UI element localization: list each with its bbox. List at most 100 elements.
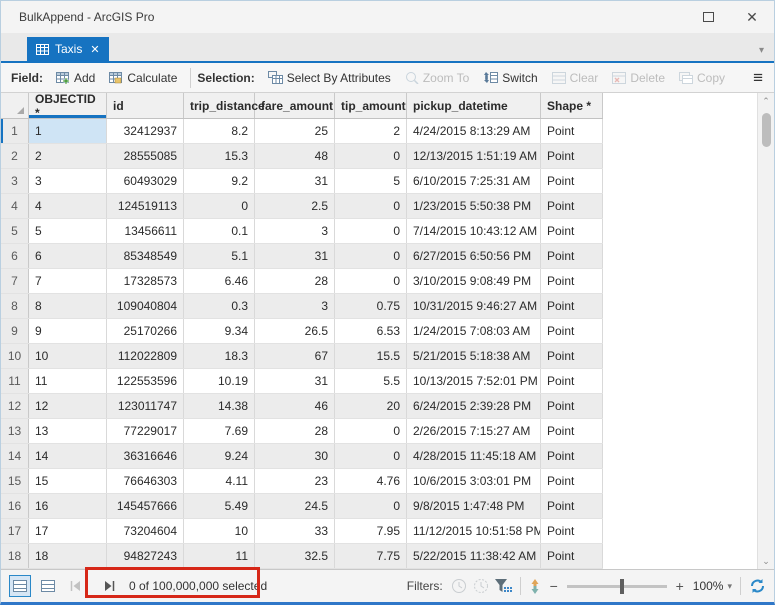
cell-id[interactable]: 124519113 bbox=[107, 194, 184, 218]
cell-pickup-datetime[interactable]: 5/21/2015 5:18:38 AM bbox=[407, 344, 541, 368]
cell-fare-amount[interactable]: 48 bbox=[255, 144, 335, 168]
tab-taxis[interactable]: Taxis ✕ bbox=[27, 37, 109, 61]
cell-pickup-datetime[interactable]: 11/12/2015 10:51:58 PM bbox=[407, 519, 541, 543]
cell-id[interactable]: 122553596 bbox=[107, 369, 184, 393]
cell-trip-distance[interactable]: 0 bbox=[184, 194, 255, 218]
row-number[interactable]: 11 bbox=[1, 369, 29, 393]
cell-trip-distance[interactable]: 11 bbox=[184, 544, 255, 568]
cell-id[interactable]: 25170266 bbox=[107, 319, 184, 343]
cell-id[interactable]: 13456611 bbox=[107, 219, 184, 243]
close-button[interactable]: ✕ bbox=[730, 1, 774, 33]
cell-fare-amount[interactable]: 23 bbox=[255, 469, 335, 493]
cell-shape[interactable]: Point bbox=[541, 369, 603, 393]
cell-trip-distance[interactable]: 15.3 bbox=[184, 144, 255, 168]
cell-objectid[interactable]: 17 bbox=[29, 519, 107, 543]
column-header-objectid[interactable]: OBJECTID * bbox=[29, 93, 107, 118]
tab-list-dropdown-icon[interactable]: ▾ bbox=[759, 45, 764, 56]
row-number[interactable]: 2 bbox=[1, 144, 29, 168]
cell-id[interactable]: 85348549 bbox=[107, 244, 184, 268]
cell-id[interactable]: 77229017 bbox=[107, 419, 184, 443]
selected-records-view-button[interactable] bbox=[37, 575, 59, 597]
cell-trip-distance[interactable]: 14.38 bbox=[184, 394, 255, 418]
cell-objectid[interactable]: 11 bbox=[29, 369, 107, 393]
cell-tip-amount[interactable]: 15.5 bbox=[335, 344, 407, 368]
cell-fare-amount[interactable]: 28 bbox=[255, 269, 335, 293]
zoom-in-icon[interactable]: + bbox=[673, 578, 687, 594]
cell-objectid[interactable]: 5 bbox=[29, 219, 107, 243]
cell-fare-amount[interactable]: 67 bbox=[255, 344, 335, 368]
refresh-icon[interactable] bbox=[749, 578, 766, 594]
cell-trip-distance[interactable]: 5.1 bbox=[184, 244, 255, 268]
row-number[interactable]: 18 bbox=[1, 544, 29, 568]
cell-fare-amount[interactable]: 31 bbox=[255, 369, 335, 393]
column-header-shape[interactable]: Shape * bbox=[541, 93, 603, 118]
cell-trip-distance[interactable]: 8.2 bbox=[184, 119, 255, 143]
zoom-out-icon[interactable]: − bbox=[547, 578, 561, 594]
cell-tip-amount[interactable]: 0 bbox=[335, 219, 407, 243]
cell-pickup-datetime[interactable]: 6/24/2015 2:39:28 PM bbox=[407, 394, 541, 418]
zoom-slider[interactable] bbox=[567, 585, 667, 588]
cell-shape[interactable]: Point bbox=[541, 269, 603, 293]
cell-tip-amount[interactable]: 0 bbox=[335, 269, 407, 293]
last-record-button[interactable] bbox=[99, 576, 119, 596]
cell-tip-amount[interactable]: 7.75 bbox=[335, 544, 407, 568]
cell-id[interactable]: 109040804 bbox=[107, 294, 184, 318]
cell-objectid[interactable]: 15 bbox=[29, 469, 107, 493]
cell-shape[interactable]: Point bbox=[541, 294, 603, 318]
copy-selection-button[interactable]: Copy bbox=[672, 66, 732, 90]
scroll-up-icon[interactable]: ⌃ bbox=[758, 93, 774, 109]
cell-id[interactable]: 94827243 bbox=[107, 544, 184, 568]
cell-trip-distance[interactable]: 10 bbox=[184, 519, 255, 543]
cell-pickup-datetime[interactable]: 9/8/2015 1:47:48 PM bbox=[407, 494, 541, 518]
cell-pickup-datetime[interactable]: 4/24/2015 8:13:29 AM bbox=[407, 119, 541, 143]
row-number[interactable]: 4 bbox=[1, 194, 29, 218]
column-header-trip-distance[interactable]: trip_distance bbox=[184, 93, 255, 118]
cell-fare-amount[interactable]: 28 bbox=[255, 419, 335, 443]
cell-id[interactable]: 17328573 bbox=[107, 269, 184, 293]
cell-pickup-datetime[interactable]: 5/22/2015 11:38:42 AM bbox=[407, 544, 541, 568]
cell-pickup-datetime[interactable]: 4/28/2015 11:45:18 AM bbox=[407, 444, 541, 468]
cell-tip-amount[interactable]: 6.53 bbox=[335, 319, 407, 343]
vertical-scrollbar[interactable]: ⌃ ⌄ bbox=[757, 93, 774, 569]
cell-fare-amount[interactable]: 3 bbox=[255, 294, 335, 318]
cell-fare-amount[interactable]: 24.5 bbox=[255, 494, 335, 518]
cell-objectid[interactable]: 4 bbox=[29, 194, 107, 218]
add-field-button[interactable]: Add bbox=[49, 66, 102, 90]
zoom-slider-handle[interactable] bbox=[620, 579, 624, 594]
cell-tip-amount[interactable]: 4.76 bbox=[335, 469, 407, 493]
cell-pickup-datetime[interactable]: 2/26/2015 7:15:27 AM bbox=[407, 419, 541, 443]
calculate-field-button[interactable]: Calculate bbox=[102, 66, 184, 90]
cell-trip-distance[interactable]: 5.49 bbox=[184, 494, 255, 518]
cell-pickup-datetime[interactable]: 6/27/2015 6:50:56 PM bbox=[407, 244, 541, 268]
cell-tip-amount[interactable]: 0 bbox=[335, 419, 407, 443]
zoom-to-button[interactable]: Zoom To bbox=[398, 66, 476, 90]
cell-fare-amount[interactable]: 26.5 bbox=[255, 319, 335, 343]
cell-shape[interactable]: Point bbox=[541, 394, 603, 418]
cell-shape[interactable]: Point bbox=[541, 319, 603, 343]
cell-fare-amount[interactable]: 32.5 bbox=[255, 544, 335, 568]
maximize-button[interactable] bbox=[686, 1, 730, 33]
cell-trip-distance[interactable]: 9.34 bbox=[184, 319, 255, 343]
row-number[interactable]: 14 bbox=[1, 444, 29, 468]
cell-trip-distance[interactable]: 9.24 bbox=[184, 444, 255, 468]
cell-objectid[interactable]: 1 bbox=[29, 119, 107, 143]
cell-objectid[interactable]: 3 bbox=[29, 169, 107, 193]
cell-shape[interactable]: Point bbox=[541, 544, 603, 568]
cell-shape[interactable]: Point bbox=[541, 119, 603, 143]
cell-shape[interactable]: Point bbox=[541, 144, 603, 168]
cell-shape[interactable]: Point bbox=[541, 169, 603, 193]
cell-tip-amount[interactable]: 0 bbox=[335, 194, 407, 218]
row-number[interactable]: 1 bbox=[1, 119, 29, 143]
row-number[interactable]: 10 bbox=[1, 344, 29, 368]
cell-tip-amount[interactable]: 20 bbox=[335, 394, 407, 418]
cell-objectid[interactable]: 6 bbox=[29, 244, 107, 268]
cell-shape[interactable]: Point bbox=[541, 244, 603, 268]
cell-trip-distance[interactable]: 4.11 bbox=[184, 469, 255, 493]
cell-objectid[interactable]: 8 bbox=[29, 294, 107, 318]
delete-selection-button[interactable]: Delete bbox=[605, 66, 672, 90]
column-header-fare-amount[interactable]: fare_amount bbox=[255, 93, 335, 118]
cell-shape[interactable]: Point bbox=[541, 419, 603, 443]
attribute-filter-icon[interactable] bbox=[495, 579, 512, 594]
cell-fare-amount[interactable]: 31 bbox=[255, 244, 335, 268]
row-number[interactable]: 17 bbox=[1, 519, 29, 543]
